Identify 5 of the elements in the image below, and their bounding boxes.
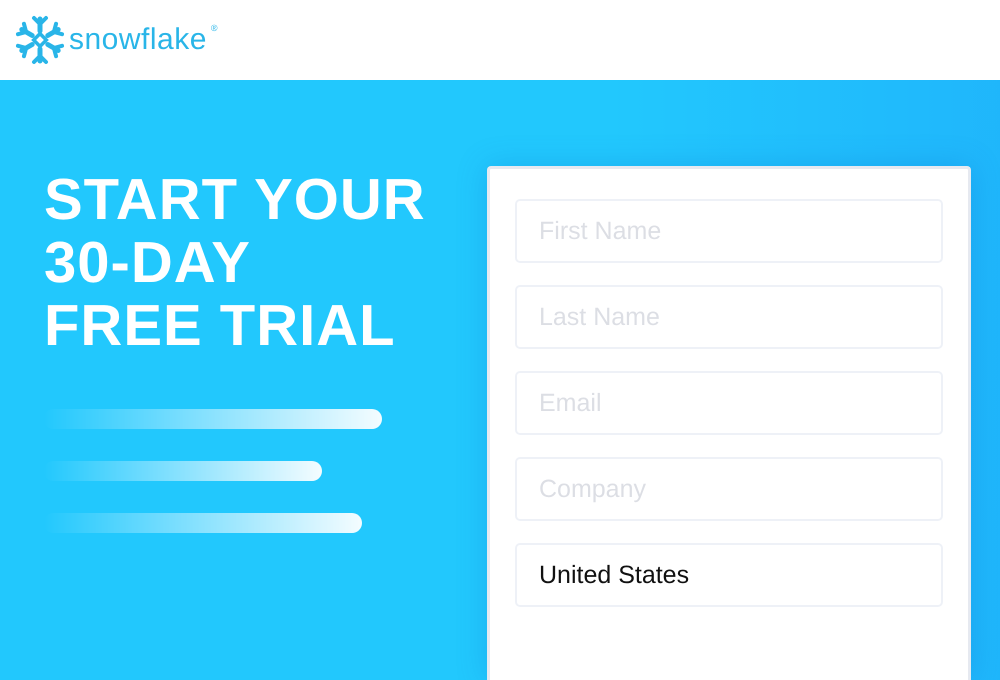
headline: START YOUR 30-DAY FREE TRIAL: [44, 168, 427, 357]
country-select[interactable]: United States: [515, 543, 943, 607]
snowflake-logo-icon: [15, 15, 65, 65]
logo-wordmark: snowflake: [69, 23, 207, 57]
registered-mark: ®: [210, 23, 218, 33]
